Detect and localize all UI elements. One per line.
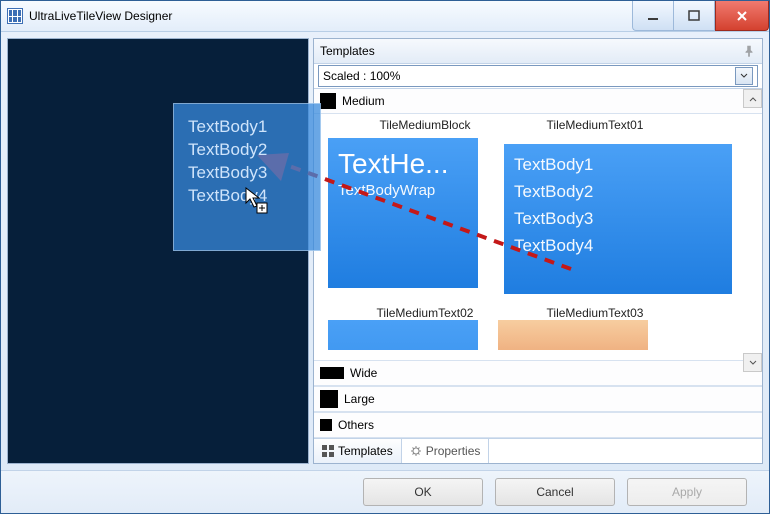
group-medium-header[interactable]: Medium — [314, 89, 762, 114]
minimize-button[interactable] — [632, 1, 673, 31]
scale-value: Scaled : 100% — [323, 69, 400, 83]
medium-swatch-icon — [320, 93, 336, 109]
maximize-button[interactable] — [673, 1, 715, 31]
group-others-header[interactable]: Others — [314, 412, 762, 438]
group-wide-header[interactable]: Wide — [314, 360, 762, 386]
wide-swatch-icon — [320, 367, 344, 379]
tile-line: TextBody4 — [514, 235, 722, 258]
tile-label-block: TileMediumBlock — [350, 118, 500, 132]
tile-label-text03: TileMediumText03 — [520, 306, 670, 320]
grid-icon — [322, 445, 334, 457]
pin-icon[interactable] — [742, 44, 756, 58]
body: Templates Scaled : 100% Medium TileMediu… — [7, 38, 763, 464]
bottom-tabs: Templates Properties — [314, 438, 762, 463]
cancel-button[interactable]: Cancel — [495, 478, 615, 506]
tile-image-preview-cut[interactable] — [498, 320, 648, 350]
templates-panel: Templates Scaled : 100% Medium TileMediu… — [313, 38, 763, 464]
template-groups: Medium TileMediumBlock TileMediumText01 … — [314, 89, 762, 438]
group-medium-label: Medium — [342, 94, 385, 108]
ok-button[interactable]: OK — [363, 478, 483, 506]
scale-row: Scaled : 100% — [314, 64, 762, 89]
window-title: UltraLiveTileView Designer — [29, 9, 632, 23]
tab-templates[interactable]: Templates — [314, 439, 402, 463]
large-swatch-icon — [320, 390, 338, 408]
titlebar: UltraLiveTileView Designer — [1, 1, 769, 32]
window-buttons — [632, 1, 769, 31]
tile-medium-text03-preview[interactable]: TextBody1 TextBody2 TextBody3 TextBody4 — [504, 144, 732, 294]
tile-medium-text02-preview[interactable]: TextHe... TextBodyWrap — [328, 138, 478, 288]
group-large-label: Large — [344, 392, 375, 406]
scroll-up-button[interactable] — [743, 89, 762, 108]
panel-title: Templates — [320, 44, 375, 58]
others-swatch-icon — [320, 419, 332, 431]
apply-button[interactable]: Apply — [627, 478, 747, 506]
tile-heading: TextHe... — [338, 148, 468, 180]
chevron-down-icon — [735, 67, 753, 85]
tile-label-text01: TileMediumText01 — [520, 118, 670, 132]
group-large-header[interactable]: Large — [314, 386, 762, 412]
panel-header: Templates — [314, 39, 762, 64]
tab-properties[interactable]: Properties — [402, 439, 490, 463]
close-button[interactable] — [715, 1, 769, 31]
tile-line: TextBody2 — [514, 181, 722, 204]
group-wide-label: Wide — [350, 366, 377, 380]
button-bar: OK Cancel Apply — [1, 470, 769, 513]
tile-wrap: TextBodyWrap — [338, 182, 468, 199]
designer-window: UltraLiveTileView Designer Templates Sca… — [0, 0, 770, 514]
tile-label-text02: TileMediumText02 — [350, 306, 500, 320]
canvas-panel[interactable] — [7, 38, 309, 464]
app-icon — [7, 8, 23, 24]
tab-properties-label: Properties — [426, 444, 481, 458]
tab-templates-label: Templates — [338, 444, 393, 458]
group-others-label: Others — [338, 418, 374, 432]
scroll-down-button[interactable] — [743, 353, 762, 372]
tile-line: TextBody1 — [514, 154, 722, 177]
scale-combo[interactable]: Scaled : 100% — [318, 65, 758, 87]
tile-line: TextBody3 — [514, 208, 722, 231]
medium-tiles: TileMediumBlock TileMediumText01 TextHe.… — [314, 114, 762, 360]
tile-preview-cut[interactable] — [328, 320, 478, 350]
gear-icon — [410, 445, 422, 457]
